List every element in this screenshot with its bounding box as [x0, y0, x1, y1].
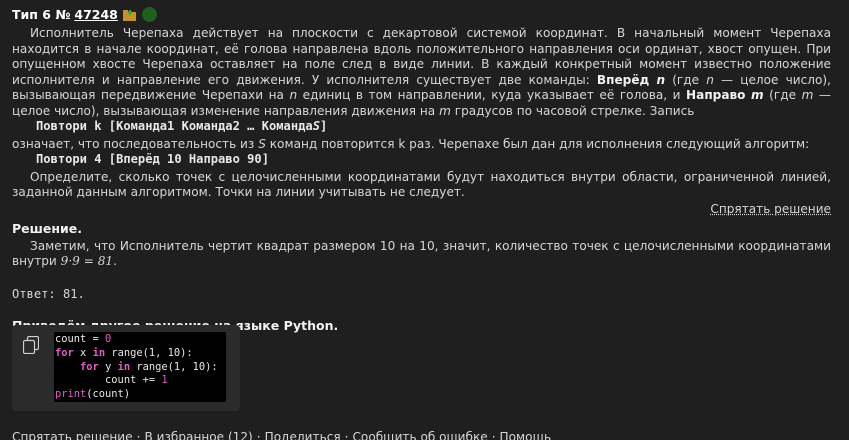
code-line-3: for y in range(1, 10):	[80, 360, 218, 373]
code-line-2: for x in range(1, 10):	[55, 346, 193, 359]
status-circle-icon	[141, 6, 157, 22]
solution-formula: 9·9 = 81.	[60, 254, 117, 268]
code-line-5: print(count)	[55, 388, 131, 401]
code-line-4: count += 1	[105, 374, 168, 387]
add-to-favorites-link[interactable]: В избранное (12)	[144, 430, 252, 440]
footer-actions: Спрятать решение · В избранное (12) · Подели…	[12, 430, 551, 440]
solution-text: Заметим, что Исполнитель чертит квадрат …	[12, 238, 831, 269]
hide-solution-link[interactable]: Спрятать решение	[710, 202, 831, 216]
answer-line: Ответ: 81.	[12, 286, 85, 301]
repeat-explanation: означает, что последовательность из S ко…	[12, 136, 810, 151]
task-header: Тип 6 № 47248	[12, 4, 831, 24]
code-block: count = 0 for x in range(1, 10): for y i…	[12, 325, 240, 411]
hide-solution-row: Спрятать решение	[12, 202, 831, 218]
algorithm-line: Повтори 4 [Вперёд 10 Направо 90]	[36, 152, 269, 166]
problem-paragraph: Исполнитель Черепаха действует на плоско…	[12, 26, 831, 118]
code-editor[interactable]: count = 0 for x in range(1, 10): for y i…	[54, 332, 226, 402]
code-line-1: count = 0	[55, 333, 112, 345]
footer-hide-solution-link[interactable]: Спрятать решение	[12, 430, 133, 440]
task-page: Тип 6 № 47248 Исполнитель Черепаха дейст…	[0, 0, 849, 440]
report-error-link[interactable]: Сообщить об ошибке	[352, 430, 487, 440]
repeat-syntax: Повтори k [Команда1 Команда2 … КомандаS]	[36, 119, 328, 133]
solution-title: Решение.	[12, 220, 83, 236]
help-link[interactable]: Помощь	[500, 430, 552, 440]
task-number-link[interactable]: 47248	[74, 7, 118, 22]
copy-icon[interactable]	[22, 335, 40, 355]
task-type-label: Тип 6 №	[12, 6, 71, 22]
folder-icon[interactable]	[122, 9, 136, 21]
question-paragraph: Определите, сколько точек с целочисленны…	[12, 169, 831, 200]
share-link[interactable]: Поделиться	[265, 430, 341, 440]
